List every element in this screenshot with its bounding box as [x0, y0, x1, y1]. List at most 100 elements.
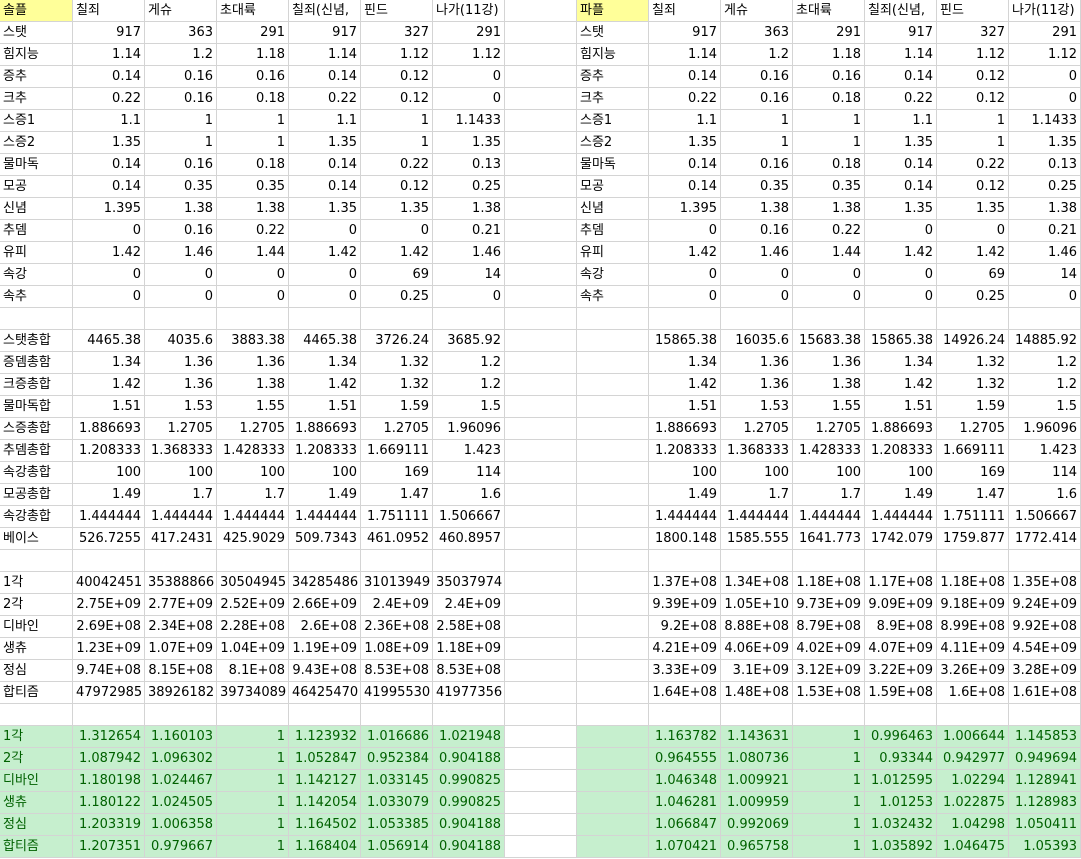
- party-value-cell[interactable]: 1.49: [649, 484, 721, 506]
- row-label[interactable]: 크추: [0, 88, 73, 110]
- solo-value-cell[interactable]: 1.18: [217, 44, 289, 66]
- solo-value-cell[interactable]: 1.7: [217, 484, 289, 506]
- party-value-cell[interactable]: 0.14: [865, 154, 937, 176]
- row-label[interactable]: 2각: [0, 594, 73, 616]
- party-value-cell[interactable]: 14926.24: [937, 330, 1009, 352]
- party-value-cell[interactable]: 1.38: [1009, 198, 1081, 220]
- solo-value-cell[interactable]: 1.46: [145, 242, 217, 264]
- party-value-cell[interactable]: 0: [865, 286, 937, 308]
- party-value-cell[interactable]: [721, 550, 793, 572]
- party-value-cell[interactable]: 1.32: [937, 374, 1009, 396]
- row-label[interactable]: [577, 440, 649, 462]
- party-value-cell[interactable]: 1: [793, 132, 865, 154]
- row-label[interactable]: 모공: [0, 176, 73, 198]
- solo-value-cell[interactable]: 1.35: [433, 132, 505, 154]
- solo-value-cell[interactable]: 3685.92: [433, 330, 505, 352]
- solo-value-cell[interactable]: 9.43E+08: [289, 660, 361, 682]
- party-value-cell[interactable]: 9.2E+08: [649, 616, 721, 638]
- spacer-cell[interactable]: [505, 770, 577, 792]
- solo-ratio-cell[interactable]: 1.096302: [145, 748, 217, 770]
- party-value-cell[interactable]: 3.26E+09: [937, 660, 1009, 682]
- solo-value-cell[interactable]: 417.2431: [145, 528, 217, 550]
- solo-value-cell[interactable]: [217, 308, 289, 330]
- row-label[interactable]: [577, 638, 649, 660]
- party-value-cell[interactable]: 0.22: [865, 88, 937, 110]
- solo-value-cell[interactable]: 0.16: [145, 88, 217, 110]
- party-value-cell[interactable]: 0.12: [937, 66, 1009, 88]
- party-value-cell[interactable]: 1.47: [937, 484, 1009, 506]
- solo-value-cell[interactable]: [361, 704, 433, 726]
- solo-value-cell[interactable]: 1.59: [361, 396, 433, 418]
- party-value-cell[interactable]: 0: [1009, 88, 1081, 110]
- row-label[interactable]: [577, 484, 649, 506]
- spacer-cell[interactable]: [505, 572, 577, 594]
- ratio-label[interactable]: 생츄: [0, 792, 73, 814]
- party-value-cell[interactable]: 1.1: [865, 110, 937, 132]
- party-value-cell[interactable]: 1.14: [865, 44, 937, 66]
- solo-value-cell[interactable]: 4035.6: [145, 330, 217, 352]
- party-value-cell[interactable]: 1.506667: [1009, 506, 1081, 528]
- party-value-cell[interactable]: 0.14: [649, 154, 721, 176]
- solo-value-cell[interactable]: 1: [361, 132, 433, 154]
- solo-value-cell[interactable]: [361, 550, 433, 572]
- column-header[interactable]: 게슈: [721, 0, 793, 22]
- party-value-cell[interactable]: 0.21: [1009, 220, 1081, 242]
- party-value-cell[interactable]: 4.11E+09: [937, 638, 1009, 660]
- solo-value-cell[interactable]: 2.6E+08: [289, 616, 361, 638]
- party-ratio-cell[interactable]: 1.046348: [649, 770, 721, 792]
- party-value-cell[interactable]: [1009, 308, 1081, 330]
- party-value-cell[interactable]: 1.12: [1009, 44, 1081, 66]
- party-value-cell[interactable]: 291: [793, 22, 865, 44]
- solo-value-cell[interactable]: 0.22: [73, 88, 145, 110]
- party-value-cell[interactable]: 1.42: [649, 374, 721, 396]
- solo-value-cell[interactable]: 0.14: [73, 154, 145, 176]
- party-value-cell[interactable]: 1.35: [865, 198, 937, 220]
- ratio-label[interactable]: 디바인: [0, 770, 73, 792]
- party-value-cell[interactable]: 0: [649, 264, 721, 286]
- solo-value-cell[interactable]: 8.15E+08: [145, 660, 217, 682]
- spacer-cell[interactable]: [505, 396, 577, 418]
- spacer-cell[interactable]: [505, 440, 577, 462]
- party-value-cell[interactable]: 1.42: [865, 242, 937, 264]
- solo-value-cell[interactable]: 1.38: [217, 374, 289, 396]
- solo-value-cell[interactable]: [361, 308, 433, 330]
- party-value-cell[interactable]: 1.18E+08: [793, 572, 865, 594]
- party-value-cell[interactable]: [865, 308, 937, 330]
- row-label[interactable]: [577, 594, 649, 616]
- spacer-cell[interactable]: [505, 660, 577, 682]
- solo-value-cell[interactable]: 291: [433, 22, 505, 44]
- party-value-cell[interactable]: 0.14: [865, 66, 937, 88]
- solo-value-cell[interactable]: 1.36: [145, 352, 217, 374]
- solo-value-cell[interactable]: 4465.38: [73, 330, 145, 352]
- party-value-cell[interactable]: 0: [865, 220, 937, 242]
- solo-value-cell[interactable]: 1.42: [73, 242, 145, 264]
- solo-value-cell[interactable]: [73, 704, 145, 726]
- party-ratio-cell[interactable]: 0.949694: [1009, 748, 1081, 770]
- solo-value-cell[interactable]: 0.16: [145, 66, 217, 88]
- row-label[interactable]: 합티즘: [0, 682, 73, 704]
- solo-value-cell[interactable]: 0: [433, 88, 505, 110]
- ratio-label[interactable]: 1각: [0, 726, 73, 748]
- row-label[interactable]: [577, 550, 649, 572]
- party-value-cell[interactable]: 363: [721, 22, 793, 44]
- row-label[interactable]: [577, 396, 649, 418]
- solo-value-cell[interactable]: 0.13: [433, 154, 505, 176]
- party-value-cell[interactable]: 1.36: [721, 374, 793, 396]
- party-value-cell[interactable]: 327: [937, 22, 1009, 44]
- solo-ratio-cell[interactable]: 1: [217, 814, 289, 836]
- solo-value-cell[interactable]: 2.4E+09: [361, 594, 433, 616]
- solo-value-cell[interactable]: 0.12: [361, 88, 433, 110]
- party-value-cell[interactable]: [649, 550, 721, 572]
- solo-value-cell[interactable]: 0.16: [145, 154, 217, 176]
- party-value-cell[interactable]: 1.5: [1009, 396, 1081, 418]
- solo-value-cell[interactable]: 1.208333: [289, 440, 361, 462]
- solo-value-cell[interactable]: 1.1: [73, 110, 145, 132]
- row-label[interactable]: 속강: [0, 264, 73, 286]
- spacer-cell[interactable]: [505, 66, 577, 88]
- party-value-cell[interactable]: 1.7: [793, 484, 865, 506]
- party-value-cell[interactable]: 1.61E+08: [1009, 682, 1081, 704]
- party-value-cell[interactable]: 169: [937, 462, 1009, 484]
- cell-solo-header[interactable]: 솔플: [0, 0, 73, 22]
- party-ratio-cell[interactable]: 1: [793, 836, 865, 858]
- solo-value-cell[interactable]: 2.4E+09: [433, 594, 505, 616]
